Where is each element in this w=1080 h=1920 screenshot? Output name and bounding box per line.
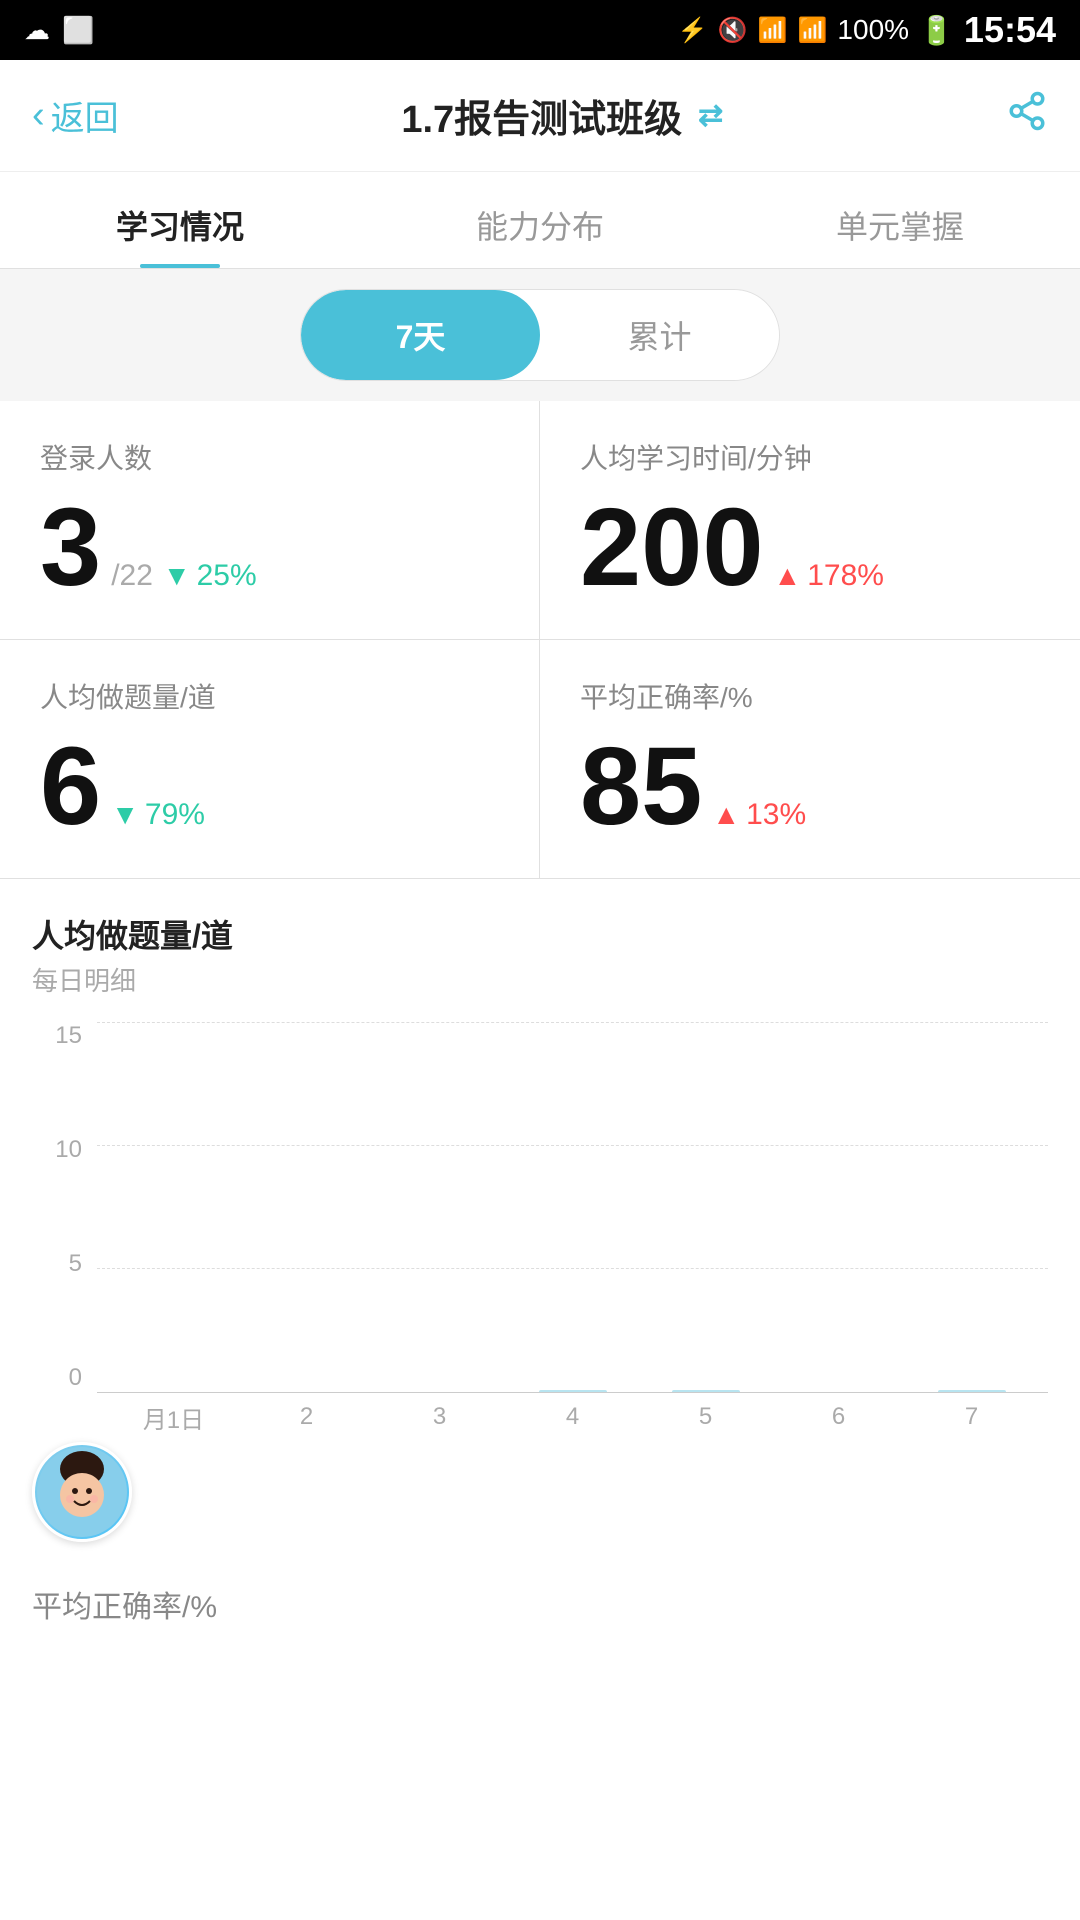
stat-accuracy-value: 85: [580, 732, 702, 842]
bluetooth-icon: ⚡: [678, 16, 708, 45]
y-label-10: 10: [55, 1136, 82, 1164]
share-icon[interactable]: [1006, 90, 1048, 142]
stat-login-label: 登录人数: [40, 437, 499, 477]
stats-grid: 登录人数 3 /22 ▼ 25% 人均学习时间/分钟 200 ▲ 178% 人均…: [0, 401, 1080, 879]
stat-questions-change: ▼ 79%: [111, 798, 205, 832]
shuffle-icon[interactable]: ⇄: [698, 98, 723, 133]
stat-study-time-value-row: 200 ▲ 178%: [580, 493, 1040, 603]
mute-icon: 🔇: [718, 16, 748, 45]
header: ‹ 返回 1.7报告测试班级 ⇄: [0, 60, 1080, 172]
stat-login-value: 3: [40, 493, 101, 603]
bottom-section: [0, 1442, 1080, 1562]
status-icons: ☁ ⬜: [24, 15, 94, 46]
stat-login-change: ▼ 25%: [163, 559, 257, 593]
period-toggle-group: 7天 累计: [300, 289, 780, 381]
status-time: 15:54: [964, 9, 1056, 51]
signal-icon: 📶: [798, 16, 828, 45]
tab-ability[interactable]: 能力分布: [360, 172, 720, 268]
stat-login-count: 登录人数 3 /22 ▼ 25%: [0, 401, 540, 640]
stat-study-time-change: ▲ 178%: [774, 559, 884, 593]
back-label: 返回: [51, 91, 119, 140]
chart-y-axis: 15 10 5 0: [32, 1022, 92, 1392]
x-label-2: 2: [240, 1403, 373, 1431]
chart-x-axis: 月1日 2 3 4 5 6 7: [97, 1392, 1048, 1442]
status-right: ⚡ 🔇 📶 📶 100% 🔋 15:54: [678, 9, 1056, 51]
up-arrow-icon-2: ▲: [712, 799, 740, 831]
down-arrow-icon-2: ▼: [111, 799, 139, 831]
back-arrow-icon: ‹: [32, 94, 45, 137]
avatar: [32, 1442, 132, 1542]
chart-section: 人均做题量/道 每日明细 15 10 5 0: [0, 879, 1080, 1442]
weather-icon: ☁: [24, 15, 50, 46]
stat-login-sub: /22: [111, 559, 153, 593]
toggle-cumulative[interactable]: 累计: [540, 290, 779, 380]
y-label-0: 0: [69, 1364, 82, 1392]
image-icon: ⬜: [62, 15, 94, 46]
chart-bars-container: [97, 1022, 1048, 1392]
battery-label: 100%: [837, 14, 909, 46]
x-label-5: 5: [639, 1403, 772, 1431]
stat-accuracy-value-row: 85 ▲ 13%: [580, 732, 1040, 842]
down-arrow-icon: ▼: [163, 560, 191, 592]
stat-questions-value-row: 6 ▼ 79%: [40, 732, 499, 842]
x-label-6: 6: [772, 1403, 905, 1431]
back-button[interactable]: ‹ 返回: [32, 91, 119, 140]
y-label-15: 15: [55, 1022, 82, 1050]
toggle-7days[interactable]: 7天: [301, 290, 540, 380]
stat-accuracy-change: ▲ 13%: [712, 798, 806, 832]
x-label-7: 7: [905, 1403, 1038, 1431]
tab-bar: 学习情况 能力分布 单元掌握: [0, 172, 1080, 269]
stat-study-time-label: 人均学习时间/分钟: [580, 437, 1040, 477]
stat-questions-label: 人均做题量/道: [40, 676, 499, 716]
chart-subtitle: 每日明细: [32, 961, 1048, 998]
wifi-icon: 📶: [758, 16, 788, 45]
bottom-chart-label: 平均正确率/%: [0, 1562, 1080, 1626]
y-label-5: 5: [69, 1250, 82, 1278]
stat-accuracy: 平均正确率/% 85 ▲ 13%: [540, 640, 1080, 878]
stat-questions: 人均做题量/道 6 ▼ 79%: [0, 640, 540, 878]
period-toggle-section: 7天 累计: [0, 269, 1080, 401]
chart-plot-area: [97, 1022, 1048, 1392]
x-label-3: 3: [373, 1403, 506, 1431]
status-bar: ☁ ⬜ ⚡ 🔇 📶 📶 100% 🔋 15:54: [0, 0, 1080, 60]
stat-accuracy-label: 平均正确率/%: [580, 676, 1040, 716]
stat-login-value-row: 3 /22 ▼ 25%: [40, 493, 499, 603]
page-title: 1.7报告测试班级: [401, 88, 682, 143]
stat-study-time: 人均学习时间/分钟 200 ▲ 178%: [540, 401, 1080, 640]
stat-questions-value: 6: [40, 732, 101, 842]
chart-title: 人均做题量/道: [32, 911, 1048, 957]
tab-unit[interactable]: 单元掌握: [720, 172, 1080, 268]
stat-study-time-value: 200: [580, 493, 764, 603]
x-label-1: 月1日: [107, 1400, 240, 1435]
up-arrow-icon-1: ▲: [774, 560, 802, 592]
header-title-group: 1.7报告测试班级 ⇄: [401, 88, 723, 143]
tab-learning[interactable]: 学习情况: [0, 172, 360, 268]
chart-area: 15 10 5 0: [32, 1022, 1048, 1442]
battery-icon: 🔋: [919, 14, 954, 47]
x-label-4: 4: [506, 1403, 639, 1431]
